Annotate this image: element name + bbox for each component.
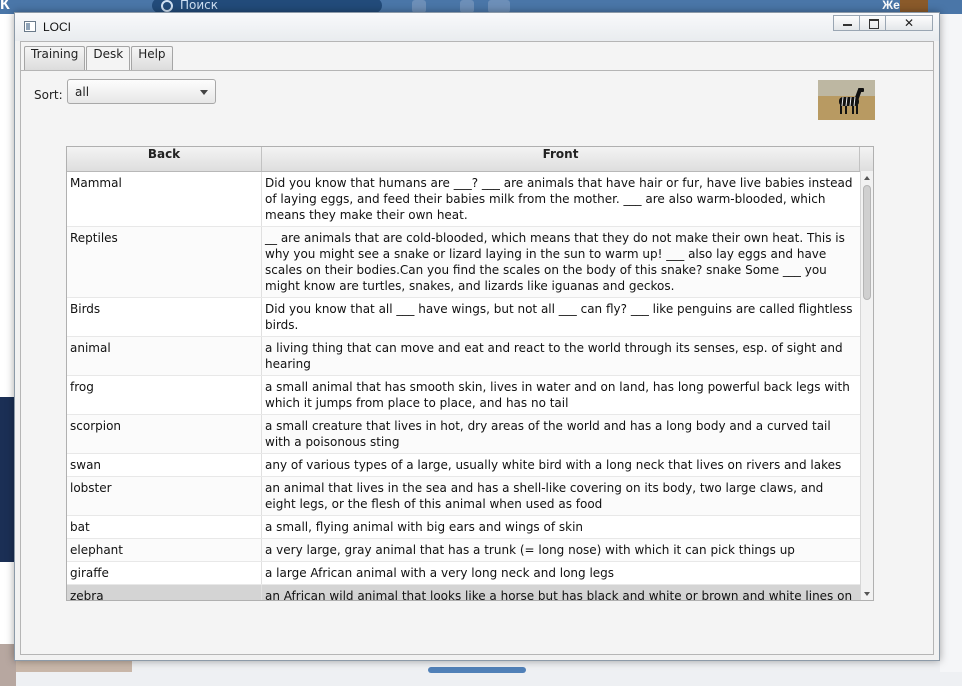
cell-back: lobster: [67, 477, 262, 515]
app-content: Training Desk Help Sort: all Back Front …: [20, 41, 934, 655]
desk-pane: Sort: all Back Front Mammal Did you know…: [21, 70, 933, 655]
tab-help[interactable]: Help: [131, 46, 173, 70]
cell-back: animal: [67, 337, 262, 375]
browser-bottom-image: [16, 660, 132, 672]
app-window: LOCI ✕ Training Desk Help Sort: all Back…: [14, 12, 940, 661]
browser-bottom-button[interactable]: [428, 667, 526, 673]
cell-back: Mammal: [67, 172, 262, 226]
cell-front: __ are animals that are cold-blooded, wh…: [265, 231, 845, 293]
tab-desk[interactable]: Desk: [86, 46, 131, 71]
table-row[interactable]: elephant a very large, gray animal that h…: [67, 539, 860, 562]
tab-training[interactable]: Training: [24, 46, 86, 70]
search-icon: [161, 0, 173, 12]
sort-dropdown[interactable]: all: [67, 79, 216, 104]
cell-front: Did you know that all ___ have wings, bu…: [265, 302, 853, 332]
minimize-button[interactable]: [833, 15, 860, 31]
cell-front: a small, flying animal with big ears and…: [265, 520, 584, 534]
cell-back: Birds: [67, 298, 262, 336]
cell-front: an animal that lives in the sea and has …: [265, 481, 824, 511]
title-bar[interactable]: LOCI ✕: [15, 13, 939, 41]
maximize-icon: [869, 19, 879, 29]
scroll-down-icon[interactable]: [864, 592, 870, 596]
close-button[interactable]: ✕: [885, 15, 933, 31]
column-header-front[interactable]: Front: [262, 147, 860, 171]
table-row[interactable]: Reptiles __ are animals that are cold-blo…: [67, 227, 860, 298]
cell-back: scorpion: [67, 415, 262, 453]
table-row[interactable]: Mammal Did you know that humans are ___? …: [67, 172, 860, 227]
cell-back: bat: [67, 516, 262, 538]
tab-bar: Training Desk Help: [24, 46, 174, 71]
minimize-icon: [843, 24, 852, 26]
cell-front: a small creature that lives in hot, dry …: [265, 419, 831, 449]
cell-front: a large African animal with a very long …: [265, 566, 615, 580]
cell-back: swan: [67, 454, 262, 476]
table-row[interactable]: giraffe a large African animal with a ver…: [67, 562, 860, 585]
cell-front: any of various types of a large, usually…: [265, 458, 842, 472]
table-row[interactable]: zebra an African wild animal that looks l…: [67, 585, 860, 601]
zebra-image: [818, 80, 875, 120]
table-row[interactable]: lobster an animal that lives in the sea a…: [67, 477, 860, 516]
table-row[interactable]: scorpion a small creature that lives in h…: [67, 415, 860, 454]
scrollbar-thumb[interactable]: [863, 185, 871, 300]
browser-bottom-area: [16, 660, 940, 673]
cell-front: an African wild animal that looks like a…: [265, 589, 853, 601]
chevron-down-icon: [200, 90, 208, 95]
table-body: Mammal Did you know that humans are ___? …: [67, 172, 860, 601]
close-icon: ✕: [903, 16, 915, 30]
browser-logo[interactable]: К: [0, 0, 10, 14]
table-header: Back Front: [67, 147, 873, 172]
cell-back: frog: [67, 376, 262, 414]
cell-back: elephant: [67, 539, 262, 561]
table-row[interactable]: Birds Did you know that all ___ have wing…: [67, 298, 860, 337]
cell-front: a living thing that can move and eat and…: [265, 341, 843, 371]
cell-back: zebra: [67, 585, 262, 600]
cell-back: Reptiles: [67, 227, 262, 297]
cards-table[interactable]: Back Front Mammal Did you know that human…: [66, 146, 874, 601]
scroll-up-icon[interactable]: [864, 176, 870, 180]
table-row[interactable]: bat a small, flying animal with big ears …: [67, 516, 860, 539]
vertical-scrollbar[interactable]: [860, 171, 873, 600]
table-row[interactable]: swan any of various types of a large, usu…: [67, 454, 860, 477]
table-row[interactable]: animal a living thing that can move and e…: [67, 337, 860, 376]
app-icon: [24, 21, 36, 32]
cell-front: Did you know that humans are ___? ___ ar…: [265, 176, 853, 222]
sort-selected-value: all: [75, 85, 90, 99]
column-header-back[interactable]: Back: [67, 147, 262, 171]
cell-back: giraffe: [67, 562, 262, 584]
browser-right-area: [940, 14, 962, 672]
window-title: LOCI: [43, 20, 72, 34]
search-placeholder: Поиск: [180, 0, 219, 12]
cell-front: a small animal that has smooth skin, liv…: [265, 380, 850, 410]
table-row[interactable]: frog a small animal that has smooth skin,…: [67, 376, 860, 415]
cell-front: a very large, gray animal that has a tru…: [265, 543, 795, 557]
maximize-button[interactable]: [859, 15, 886, 31]
window-controls: ✕: [833, 15, 933, 32]
sort-label: Sort:: [34, 88, 63, 102]
